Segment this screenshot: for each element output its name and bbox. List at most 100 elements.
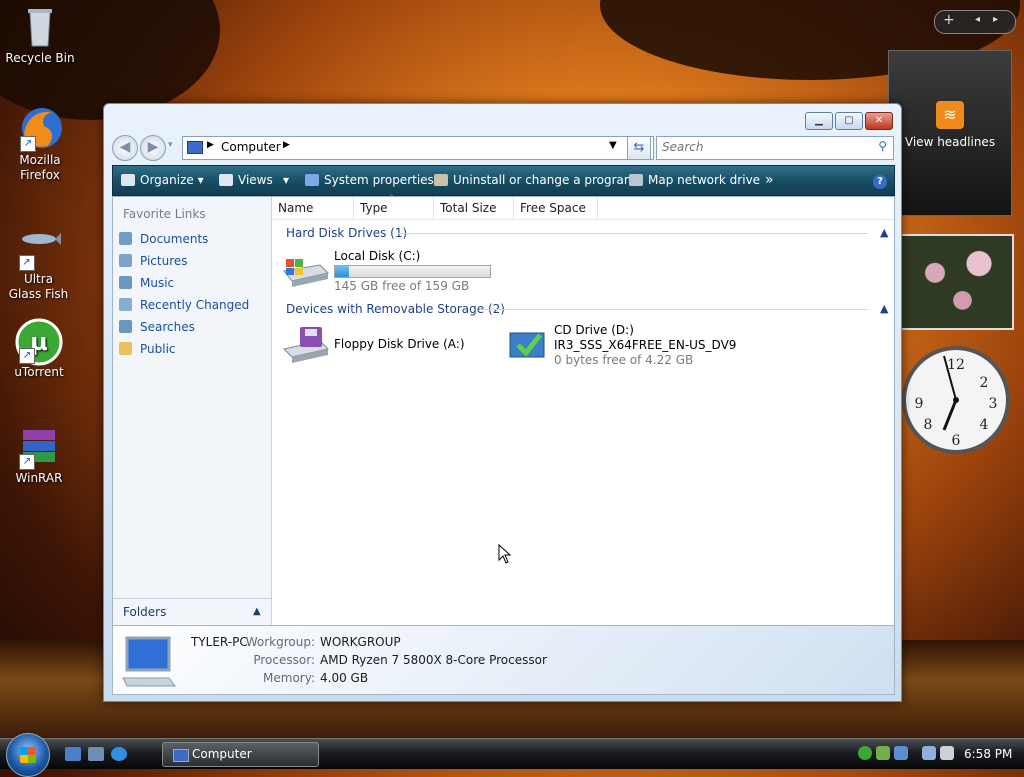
collapse-chevron-icon[interactable]: ▲ [880, 226, 888, 239]
column-header-name[interactable]: Name [272, 197, 354, 219]
svg-text:9: 9 [915, 396, 924, 412]
nav-link-documents[interactable]: Documents [119, 230, 208, 248]
organize-label: Organize [140, 173, 194, 187]
nav-link-searches[interactable]: Searches [119, 318, 195, 336]
search-box[interactable]: ⚲ [656, 136, 894, 160]
svg-text:3: 3 [989, 396, 998, 412]
svg-text:4: 4 [980, 417, 989, 433]
taskbar-clock[interactable]: 6:58 PM [964, 739, 1014, 769]
recent-pages-dropdown[interactable]: ▾ [168, 140, 173, 150]
forward-button[interactable]: ▶ [140, 135, 166, 161]
workgroup-label: Workgroup: [245, 635, 315, 649]
taskbar: Computer 6:58 PM [0, 733, 1024, 777]
nav-link-label: Public [140, 342, 176, 356]
breadcrumb-arrow-icon[interactable]: ▶ [283, 140, 290, 150]
switch-windows-icon[interactable] [88, 747, 104, 761]
nav-link-music[interactable]: Music [119, 274, 174, 292]
internet-explorer-icon[interactable] [111, 747, 127, 761]
tray-icon[interactable] [876, 746, 890, 760]
group-hard-disk-drives[interactable]: Hard Disk Drives (1) [286, 226, 407, 240]
view-headlines-label: View headlines [904, 135, 996, 149]
uninstall-label: Uninstall or change a program [453, 173, 636, 187]
breadcrumb-arrow-icon[interactable]: ▶ [207, 140, 214, 150]
show-desktop-icon[interactable] [65, 747, 81, 761]
address-bar[interactable]: ▶ Computer ▶ ▼ [182, 136, 654, 160]
help-button[interactable]: ? [873, 166, 887, 195]
command-toolbar: Organize ▾ Views ▾ System properties Uni… [112, 165, 895, 196]
map-network-drive-button[interactable]: Map network drive [629, 166, 760, 195]
navigation-pane: Favorite Links Documents Pictures Music … [113, 197, 272, 625]
toolbar-overflow-button[interactable]: » [765, 166, 774, 195]
back-button[interactable]: ◀ [112, 135, 138, 161]
drive-item-local-disk[interactable]: Local Disk (C:) 145 GB free of 159 GB [280, 249, 505, 293]
volume-muted-icon[interactable] [940, 746, 954, 760]
drive-item-cd[interactable]: CD Drive (D:) IR3_SSS_X64FREE_EN-US_DV9 … [508, 323, 768, 367]
network-icon[interactable] [922, 746, 936, 760]
map-network-drive-label: Map network drive [648, 173, 761, 187]
mouse-cursor-icon [498, 544, 512, 564]
workgroup-value: WORKGROUP [320, 635, 401, 649]
collapse-chevron-icon[interactable]: ▲ [880, 302, 888, 315]
slideshow-gadget[interactable] [900, 234, 1014, 330]
search-icon[interactable]: ⚲ [878, 139, 887, 153]
desktop-icon-winrar[interactable]: ↗ WinRAR [1, 424, 77, 486]
views-button[interactable]: Views [219, 166, 273, 195]
drive-item-floppy[interactable]: Floppy Disk Drive (A:) [280, 323, 480, 365]
searches-icon [119, 320, 132, 333]
hard-disk-icon [283, 259, 329, 287]
close-button[interactable]: ✕ [865, 112, 893, 130]
nav-link-public[interactable]: Public [119, 340, 176, 358]
desktop-icon-utorrent[interactable]: µ ↗ uTorrent [1, 318, 77, 380]
pictures-icon [119, 254, 132, 267]
drive-name: Floppy Disk Drive (A:) [334, 337, 465, 351]
address-dropdown-icon[interactable]: ▼ [609, 140, 617, 151]
organize-button[interactable]: Organize ▾ [121, 166, 204, 195]
views-dropdown-icon[interactable]: ▾ [283, 166, 289, 195]
desktop-icon-label: Recycle Bin [5, 51, 75, 65]
prev-gadget-icon[interactable]: ◂ [975, 14, 980, 25]
utorrent-tray-icon[interactable] [858, 746, 872, 760]
svg-text:6: 6 [952, 433, 961, 449]
breadcrumb-computer[interactable]: Computer [221, 140, 281, 154]
system-properties-label: System properties [324, 173, 434, 187]
desktop-icon-label: WinRAR [15, 471, 63, 485]
desktop-icon-firefox[interactable]: ↗ Mozilla Firefox [1, 106, 79, 183]
folders-toggle[interactable]: Folders ▲ [113, 598, 271, 625]
next-gadget-icon[interactable]: ▸ [993, 14, 998, 25]
disk-usage-fill [335, 266, 349, 277]
taskbar-item-computer[interactable]: Computer [162, 742, 319, 767]
music-icon [119, 276, 132, 289]
clock-gadget: 12 2 3 4 6 8 9 [898, 338, 1010, 464]
maximize-button[interactable]: ▢ [835, 112, 863, 130]
views-label: Views [238, 173, 273, 187]
svg-text:2: 2 [980, 375, 989, 391]
disk-usage-bar [334, 265, 491, 278]
shortcut-arrow-icon: ↗ [18, 255, 35, 271]
column-header-total-size[interactable]: Total Size [434, 197, 514, 219]
group-removable-storage[interactable]: Devices with Removable Storage (2) [286, 302, 505, 316]
desktop-icon-recycle-bin[interactable]: Recycle Bin [2, 4, 78, 66]
rss-icon: ≋ [936, 101, 964, 129]
favorite-links-header: Favorite Links [123, 207, 206, 221]
nav-link-recently-changed[interactable]: Recently Changed [119, 296, 249, 314]
computer-icon [173, 749, 189, 762]
refresh-button[interactable]: ⇆ [627, 136, 651, 160]
sidebar-controls: + ◂ ▸ [934, 10, 1016, 34]
search-input[interactable] [657, 137, 862, 157]
memory-value: 4.00 GB [320, 671, 369, 685]
feed-headlines-gadget[interactable]: ≋ View headlines [888, 50, 1012, 216]
drive-name: CD Drive (D:) [554, 323, 634, 337]
uninstall-button[interactable]: Uninstall or change a program [434, 166, 636, 195]
memory-label: Memory: [263, 671, 315, 685]
computer-icon [187, 141, 203, 154]
system-properties-button[interactable]: System properties [305, 166, 434, 195]
start-button[interactable] [6, 733, 50, 777]
firefox-icon: ↗ [18, 106, 62, 152]
tray-icon[interactable] [894, 746, 908, 760]
nav-link-pictures[interactable]: Pictures [119, 252, 188, 270]
column-header-free-space[interactable]: Free Space [514, 197, 598, 219]
documents-icon [119, 232, 132, 245]
desktop-icon-ultra-glass-fish[interactable]: ↗ Ultra Glass Fish [1, 225, 76, 302]
minimize-button[interactable]: ▁ [805, 112, 833, 130]
add-gadget-button[interactable]: + [943, 12, 955, 28]
